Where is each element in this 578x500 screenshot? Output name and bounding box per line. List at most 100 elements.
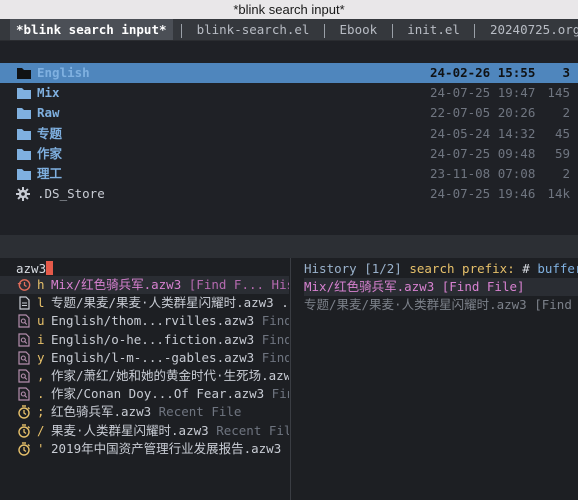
dired-count: 3 <box>562 65 570 80</box>
candidate-text: Mix/红色骑兵军.azw3 [Find F... Hist <box>51 276 289 294</box>
preview-prefix-type: buffer <box>537 261 578 276</box>
folder-icon <box>16 66 32 80</box>
dired-row[interactable]: 作家 24-07-25 09:48 59 <box>0 144 578 164</box>
tab-bar: *blink search input* blink-search.el Ebo… <box>0 19 578 41</box>
preview-panel: History [1/2] search prefix: # buffer Mi… <box>304 260 578 314</box>
candidate-text: 作家/萧红/她和她的黄金时代·生死场.azw3 <box>51 367 289 385</box>
candidate-text: 专题/果麦/果麦·人类群星闪耀时.azw3 ... <box>51 294 289 312</box>
dired-name: Raw <box>37 105 60 121</box>
dired-row[interactable]: English 24-02-26 15:55 3 <box>0 63 578 83</box>
candidate-row[interactable]: ' 2019年中国资产管理行业发展报告.azw3 Re <box>0 440 289 458</box>
dired-row[interactable]: 理工 23-11-08 07:08 2 <box>0 164 578 184</box>
candidate-row[interactable]: / 果麦·人类群星闪耀时.azw3 Recent File <box>0 422 289 440</box>
tab-separator <box>324 23 325 38</box>
candidate-row[interactable]: y English/l-m-...-gables.azw3 Find <box>0 349 289 367</box>
dired-date: 24-05-24 14:32 <box>430 125 536 141</box>
recent-icon <box>17 405 31 420</box>
preview-row[interactable]: Mix/红色骑兵军.azw3 [Find File] <box>304 278 578 296</box>
candidate-path: 2019年中国资产管理行业发展报告.azw3 <box>51 440 289 456</box>
tab-separator <box>391 23 393 38</box>
gear-icon <box>16 187 32 202</box>
tab-blink-search-input[interactable]: *blink search input* <box>10 19 173 40</box>
candidate-path: 红色骑兵军.azw3 <box>51 404 159 420</box>
candidate-shortcut-key: , <box>37 368 45 383</box>
dired-name: English <box>37 65 90 80</box>
candidate-source: Recent File <box>216 422 289 438</box>
candidate-text: 2019年中国资产管理行业发展报告.azw3 Re <box>51 440 289 458</box>
candidate-source: Find <box>261 349 289 365</box>
candidate-text: 作家/Conan Doy...Of Fear.azw3 Find <box>51 385 289 403</box>
mode-line <box>0 235 578 258</box>
dired-count: 2 <box>562 105 570 121</box>
dired-row[interactable]: 专题 24-05-24 14:32 45 <box>0 124 578 144</box>
search-query: azw3 <box>16 261 47 276</box>
candidate-row[interactable]: i English/o-he...fiction.azw3 Find <box>0 331 289 349</box>
folder-icon <box>16 86 32 100</box>
dired-name: Mix <box>37 85 60 101</box>
candidate-path: 作家/萧红/她和她的黄金时代·生死场.azw3 <box>51 368 289 383</box>
tab-separator <box>474 23 476 38</box>
search-file-icon <box>17 387 31 401</box>
folder-icon <box>16 127 32 141</box>
dired-buffer: English 24-02-26 15:55 3 Mix 24-07-25 19:47 1… <box>0 41 578 235</box>
recent-icon <box>17 423 31 438</box>
dired-date: 24-07-25 09:48 <box>430 145 536 161</box>
dired-count: 59 <box>554 145 570 161</box>
file-icon <box>17 296 31 310</box>
dired-date: 22-07-05 20:26 <box>430 105 536 121</box>
candidate-row[interactable]: ; 红色骑兵军.azw3 Recent File <box>0 403 289 421</box>
dired-row[interactable]: Raw 22-07-05 20:26 2 <box>0 103 578 123</box>
preview-history-label: History [1/2] <box>304 261 410 276</box>
candidate-shortcut-key: / <box>37 422 45 438</box>
candidate-path: English/thom...rvilles.azw3 <box>51 313 262 329</box>
dired-date: 24-07-25 19:47 <box>430 85 536 101</box>
dired-row[interactable]: .DS_Store 24-07-25 19:46 14k <box>0 184 578 204</box>
candidate-row[interactable]: u English/thom...rvilles.azw3 Find <box>0 312 289 330</box>
tab-blink-search-el[interactable]: blink-search.el <box>191 19 316 40</box>
dired-date: 24-07-25 19:46 <box>430 186 536 202</box>
search-file-icon <box>17 332 31 347</box>
candidate-shortcut-key: . <box>37 386 45 402</box>
dired-name: .DS_Store <box>37 186 105 202</box>
panel-divider <box>290 258 291 500</box>
tab-20240725-org[interactable]: 20240725.org <box>484 19 578 40</box>
candidate-text: 果麦·人类群星闪耀时.azw3 Recent File <box>51 422 289 440</box>
preview-prefix-char: # <box>522 261 538 276</box>
candidate-path: 作家/Conan Doy...Of Fear.azw3 <box>51 386 272 402</box>
candidate-text: English/o-he...fiction.azw3 Find <box>51 331 289 349</box>
candidate-path: 果麦·人类群星闪耀时.azw3 <box>51 422 217 438</box>
candidate-path: 专题/果麦/果麦·人类群星闪耀时.azw3 ... <box>51 295 289 311</box>
dired-count: 2 <box>562 166 570 181</box>
candidate-text: 红色骑兵军.azw3 Recent File <box>51 403 241 421</box>
candidate-row[interactable]: l 专题/果麦/果麦·人类群星闪耀时.azw3 ... <box>0 294 289 312</box>
candidate-path: English/o-he...fiction.azw3 <box>51 331 262 347</box>
candidate-text: English/l-m-...-gables.azw3 Find <box>51 349 289 367</box>
candidate-text: English/thom...rvilles.azw3 Find <box>51 312 289 330</box>
candidate-row[interactable]: , 作家/萧红/她和她的黄金时代·生死场.azw3 <box>0 367 289 385</box>
preview-row[interactable]: 专题/果麦/果麦·人类群星闪耀时.azw3 [Find Fi <box>304 296 578 314</box>
candidate-source: Find <box>271 386 289 402</box>
candidate-shortcut-key: ' <box>37 440 45 456</box>
candidate-shortcut-key: y <box>37 349 45 365</box>
search-file-icon <box>17 314 31 328</box>
dired-date: 24-02-26 15:55 <box>430 65 536 80</box>
candidate-path: English/l-m-...-gables.azw3 <box>51 349 262 365</box>
candidate-source: Find <box>261 331 289 347</box>
tab-init-el[interactable]: init.el <box>401 19 466 40</box>
search-file-icon <box>17 369 31 383</box>
folder-icon <box>16 147 32 161</box>
candidate-row[interactable]: . 作家/Conan Doy...Of Fear.azw3 Find <box>0 385 289 403</box>
search-file-icon <box>17 351 31 365</box>
candidate-path: Mix/红色骑兵军.azw3 <box>51 277 189 292</box>
window-title: *blink search input* <box>0 0 578 19</box>
dired-count: 45 <box>554 125 570 141</box>
dired-row[interactable]: Mix 24-07-25 19:47 145 <box>0 83 578 103</box>
tab-ebook[interactable]: Ebook <box>334 19 384 40</box>
candidate-row[interactable]: h Mix/红色骑兵军.azw3 [Find F... Hist <box>0 276 289 294</box>
dired-name: 专题 <box>37 125 63 141</box>
dired-name: 作家 <box>37 145 63 161</box>
dired-count: 14k <box>547 186 570 202</box>
candidate-shortcut-key: h <box>37 277 45 292</box>
candidate-shortcut-key: ; <box>37 404 45 420</box>
candidate-shortcut-key: i <box>37 331 45 347</box>
